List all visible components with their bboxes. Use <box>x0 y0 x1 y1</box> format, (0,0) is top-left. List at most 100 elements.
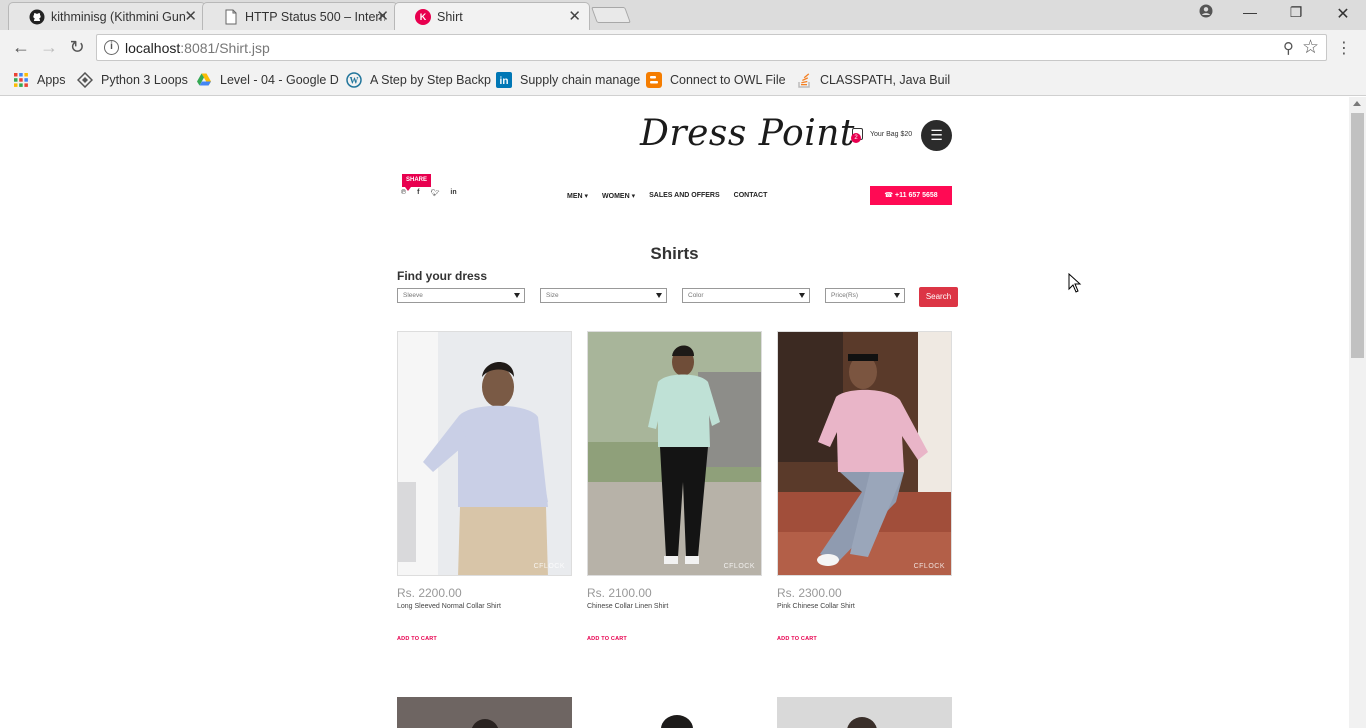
product-image[interactable]: CFLOCK <box>777 331 952 576</box>
restore-icon[interactable]: ❐ <box>1284 4 1308 24</box>
close-tab-icon[interactable]: ✕ <box>568 7 581 25</box>
window-close-icon[interactable]: ✕ <box>1331 4 1355 24</box>
svg-text:W: W <box>350 76 359 86</box>
product-price: Rs. 2200.00 <box>397 586 462 600</box>
bookmark-label: Python 3 Loops <box>101 73 188 87</box>
facebook-icon[interactable]: f <box>417 189 419 197</box>
url-text: localhost:8081/Shirt.jsp <box>125 40 270 56</box>
bookmark-stackoverflow[interactable]: CLASSPATH, Java Buil <box>796 72 950 88</box>
close-tab-icon[interactable]: ✕ <box>376 7 389 25</box>
chevron-down-icon <box>656 293 662 298</box>
nav-contact[interactable]: CONTACT <box>734 192 768 200</box>
linkedin-icon[interactable]: in <box>450 189 456 197</box>
bookmark-label: Level - 04 - Google D <box>220 73 339 87</box>
bookmark-label: Apps <box>37 73 66 87</box>
size-select[interactable]: Size <box>540 288 667 303</box>
scroll-up-arrow-icon[interactable] <box>1353 101 1361 106</box>
bag-count-badge: 2 <box>851 133 861 143</box>
zoom-icon[interactable]: ⚲ <box>1283 39 1294 57</box>
nav-women[interactable]: WOMEN ▾ <box>602 192 635 200</box>
new-tab-button[interactable] <box>591 7 631 23</box>
page-scrollbar[interactable] <box>1349 97 1366 728</box>
main-nav: MEN ▾ WOMEN ▾ SALES AND OFFERS CONTACT <box>567 192 767 200</box>
google-drive-icon <box>196 72 212 88</box>
tab-shirt[interactable]: K Shirt ✕ <box>394 2 590 30</box>
nav-sales-offers[interactable]: SALES AND OFFERS <box>649 192 720 200</box>
bookmark-label: CLASSPATH, Java Buil <box>820 73 951 87</box>
bookmark-label: A Step by Step Backp <box>370 73 491 87</box>
product-image[interactable] <box>587 697 762 728</box>
watermark: CFLOCK <box>533 563 565 570</box>
product-card: CFLOCK Rs. 2200.00 Long Sleeved Normal C… <box>397 331 572 642</box>
address-bar[interactable]: i localhost:8081/Shirt.jsp ⚲ ☆ <box>96 34 1327 61</box>
page-viewport: Dress Point 2 Your Bag $20 ☰ SHARE ℗ f 🐦… <box>0 97 1349 728</box>
svg-text:in: in <box>500 76 509 87</box>
tab-title: HTTP Status 500 – Interna <box>245 9 385 24</box>
nav-men[interactable]: MEN ▾ <box>567 192 588 200</box>
add-to-cart-button[interactable]: ADD TO CART <box>777 636 952 642</box>
chevron-down-icon <box>514 293 520 298</box>
profile-icon[interactable] <box>1194 4 1218 24</box>
scrollbar-thumb[interactable] <box>1351 113 1364 358</box>
sleeve-select[interactable]: Sleeve <box>397 288 525 303</box>
bag-icon: 2 <box>851 128 863 143</box>
share-label: SHARE <box>402 174 431 191</box>
blogger-icon <box>646 72 662 88</box>
tab-strip: kithminisg (Kithmini Gun ✕ HTTP Status 5… <box>0 0 1366 30</box>
tab-title: kithminisg (Kithmini Gun <box>51 9 186 24</box>
stackoverflow-icon <box>796 72 812 88</box>
product-image[interactable]: CFLOCK <box>587 331 762 576</box>
bookmark-label: Supply chain manage <box>520 73 641 87</box>
bookmark-wordpress[interactable]: W A Step by Step Backp <box>346 72 491 88</box>
forward-arrow-icon[interactable]: → <box>39 37 59 57</box>
product-price: Rs. 2100.00 <box>587 586 652 600</box>
reload-icon[interactable]: ↻ <box>67 37 87 57</box>
product-price: Rs. 2300.00 <box>777 586 842 600</box>
bookmark-blogger[interactable]: Connect to OWL File <box>646 72 786 88</box>
bookmark-google-drive[interactable]: Level - 04 - Google D <box>196 72 339 88</box>
color-select[interactable]: Color <box>682 288 810 303</box>
product-image[interactable] <box>777 697 952 728</box>
select-value: Sleeve <box>403 292 423 299</box>
tab-title: Shirt <box>437 9 463 24</box>
github-icon <box>29 9 45 25</box>
product-image[interactable]: CFLOCK <box>397 331 572 576</box>
price-select[interactable]: Price(Rs) <box>825 288 905 303</box>
diamond-icon <box>76 71 94 89</box>
browser-menu-icon[interactable]: ⋮ <box>1336 38 1352 58</box>
add-to-cart-button[interactable]: ADD TO CART <box>397 636 572 642</box>
shopping-bag[interactable]: 2 Your Bag $20 <box>851 128 912 143</box>
page-title: Shirts <box>650 244 699 263</box>
bookmark-label: Connect to OWL File <box>670 73 786 87</box>
watermark: CFLOCK <box>723 563 755 570</box>
bookmark-python-loops[interactable]: Python 3 Loops <box>76 71 188 89</box>
bookmark-linkedin[interactable]: in Supply chain manage <box>496 72 640 88</box>
phone-button[interactable]: ☎ +11 657 5658 <box>870 186 952 205</box>
info-icon[interactable]: i <box>104 40 119 55</box>
product-name[interactable]: Pink Chinese Collar Shirt <box>777 603 952 610</box>
select-value: Color <box>688 292 704 299</box>
bookmark-star-icon[interactable]: ☆ <box>1302 36 1319 59</box>
search-button[interactable]: Search <box>919 287 958 307</box>
bookmarks-bar: Apps Python 3 Loops Level - 04 - Google … <box>0 64 1366 96</box>
product-card: CFLOCK Rs. 2100.00 Chinese Collar Linen … <box>587 331 762 642</box>
add-to-cart-button[interactable]: ADD TO CART <box>587 636 762 642</box>
hamburger-menu-icon[interactable]: ☰ <box>921 120 952 151</box>
tab-github[interactable]: kithminisg (Kithmini Gun ✕ <box>8 2 206 30</box>
product-name[interactable]: Chinese Collar Linen Shirt <box>587 603 762 610</box>
product-name[interactable]: Long Sleeved Normal Collar Shirt <box>397 603 572 610</box>
pinterest-icon[interactable]: ℗ <box>401 189 406 197</box>
apps-grid-icon <box>13 72 29 88</box>
twitter-icon[interactable]: 🐦︎ <box>431 189 440 197</box>
product-image[interactable] <box>397 697 572 728</box>
chevron-down-icon <box>799 293 805 298</box>
watermark: CFLOCK <box>913 563 945 570</box>
chevron-down-icon <box>894 293 900 298</box>
close-tab-icon[interactable]: ✕ <box>184 7 197 25</box>
back-arrow-icon[interactable]: ← <box>11 37 31 57</box>
tab-http-status[interactable]: HTTP Status 500 – Interna ✕ <box>202 2 398 30</box>
k-favicon: K <box>415 9 431 25</box>
site-logo[interactable]: Dress Point <box>640 113 855 154</box>
minimize-icon[interactable]: — <box>1238 4 1262 24</box>
bookmark-apps[interactable]: Apps <box>13 72 66 88</box>
